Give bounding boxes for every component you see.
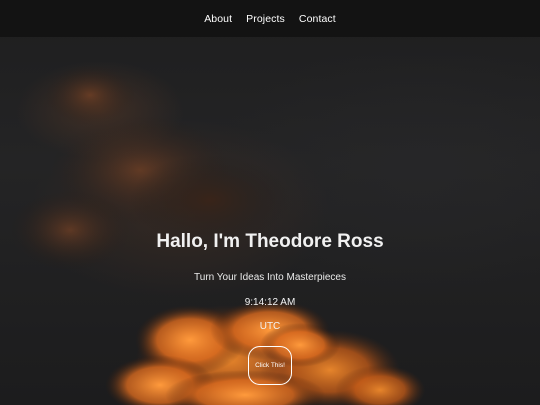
- hero-title: Hallo, I'm Theodore Ross: [156, 231, 384, 252]
- nav-link-about[interactable]: About: [204, 13, 232, 25]
- clock-time: 9:14:12 AM: [244, 297, 296, 308]
- page: About Projects Contact Hallo, I'm Theodo…: [0, 0, 540, 405]
- hero-section: Hallo, I'm Theodore Ross Turn Your Ideas…: [0, 0, 540, 405]
- nav-link-projects[interactable]: Projects: [246, 13, 285, 25]
- clock-timezone: UTC: [259, 321, 281, 332]
- hero-subtitle: Turn Your Ideas Into Masterpieces: [194, 272, 346, 283]
- nav-link-contact[interactable]: Contact: [299, 13, 336, 25]
- click-this-button[interactable]: Click This!: [248, 346, 292, 385]
- top-navbar: About Projects Contact: [0, 0, 540, 37]
